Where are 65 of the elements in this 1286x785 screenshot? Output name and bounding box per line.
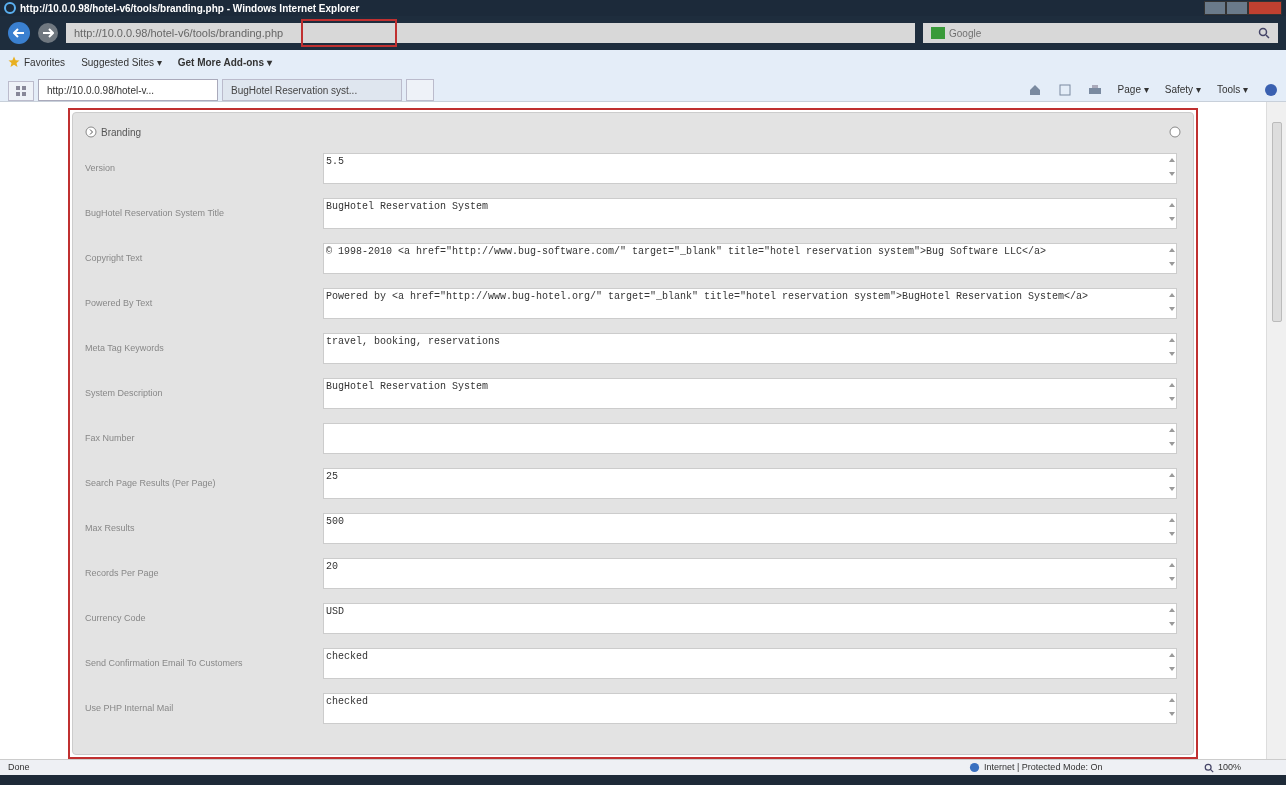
vertical-scrollbar[interactable]	[1266, 102, 1286, 759]
close-button[interactable]	[1248, 1, 1282, 15]
back-button[interactable]	[8, 22, 30, 44]
grid-icon	[16, 86, 26, 96]
text-area-field[interactable]: Powered by <a href="http://www.bug-hotel.org/" target="_blank" title="hotel reservation system">BugHotel Reservation System</a>	[323, 288, 1177, 319]
favorites-button[interactable]: Favorites	[24, 54, 66, 70]
text-area-field[interactable]: BugHotel Reservation System	[323, 378, 1177, 409]
field-label: System Description	[85, 386, 164, 400]
security-zone: Internet | Protected Mode: On	[984, 760, 1104, 774]
quick-tabs-button[interactable]	[8, 81, 34, 101]
text-area-field[interactable]: checked	[323, 693, 1177, 724]
status-text: Done	[8, 760, 30, 774]
globe-icon	[969, 762, 980, 773]
search-icon[interactable]	[1258, 27, 1270, 39]
left-arrow-icon	[13, 28, 25, 38]
search-input[interactable]: Google	[949, 25, 1254, 41]
star-icon[interactable]	[8, 56, 20, 68]
field-label: Use PHP Internal Mail	[85, 701, 175, 715]
command-bar-menu[interactable]: Safety ▾	[1164, 82, 1201, 97]
browser-tab[interactable]: BugHotel Reservation syst...	[222, 79, 402, 101]
window-title: http://10.0.0.98/hotel-v6/tools/branding.php - Windows Internet Explorer	[20, 1, 360, 16]
favorites-bar-link[interactable]: Suggested Sites ▾	[81, 54, 162, 70]
field-label: BugHotel Reservation System Title	[85, 206, 226, 220]
text-area-field[interactable]: 25	[323, 468, 1177, 499]
text-area-field[interactable]: 500	[323, 513, 1177, 544]
field-label: Copyright Text	[85, 251, 144, 265]
browser-logo-icon	[4, 2, 16, 14]
text-area-field[interactable]: BugHotel Reservation System	[323, 198, 1177, 229]
panel-title: Branding	[101, 125, 142, 140]
field-label: Send Confirmation Email To Customers	[85, 656, 244, 670]
address-url: http://10.0.0.98/hotel-v6/tools/branding.php	[74, 25, 284, 41]
field-label: Meta Tag Keywords	[85, 341, 165, 355]
field-label: Powered By Text	[85, 296, 154, 310]
command-bar-menu[interactable]: Page ▾	[1117, 82, 1149, 97]
favorites-bar-link[interactable]: Get More Add-ons ▾	[177, 54, 272, 70]
field-label: Version	[85, 161, 117, 175]
field-label: Currency Code	[85, 611, 147, 625]
minimize-button[interactable]	[1204, 1, 1226, 15]
print-icon[interactable]	[1087, 82, 1102, 97]
forward-button[interactable]	[38, 23, 58, 43]
browser-tab[interactable]: http://10.0.0.98/hotel-v...	[38, 79, 218, 101]
help-icon[interactable]	[1264, 82, 1278, 97]
field-label: Search Page Results (Per Page)	[85, 476, 217, 490]
field-label: Fax Number	[85, 431, 136, 445]
text-area-field[interactable]: © 1998-2010 <a href="http://www.bug-software.com/" target="_blank" title="hotel reservation system">Bug Software LLC</a>	[323, 243, 1177, 274]
field-label: Max Results	[85, 521, 136, 535]
text-area-field[interactable]: 5.5	[323, 153, 1177, 184]
search-field[interactable]: Google	[923, 23, 1278, 43]
new-tab-button[interactable]	[406, 79, 434, 101]
zoom-button[interactable]: 100%	[1218, 760, 1278, 775]
text-area-field[interactable]: checked	[323, 648, 1177, 679]
search-provider-icon	[931, 27, 945, 39]
maximize-button[interactable]	[1226, 1, 1248, 15]
text-area-field[interactable]: travel, booking, reservations	[323, 333, 1177, 364]
scrollbar-thumb[interactable]	[1271, 122, 1282, 322]
expand-icon[interactable]	[85, 126, 97, 138]
right-arrow-icon	[42, 28, 54, 38]
help-icon[interactable]	[1169, 126, 1181, 138]
field-label: Records Per Page	[85, 566, 160, 580]
magnifier-icon[interactable]	[1204, 762, 1214, 773]
home-icon[interactable]	[1027, 82, 1042, 97]
text-area-field[interactable]: USD	[323, 603, 1177, 634]
command-bar-menu[interactable]: Tools ▾	[1216, 82, 1248, 97]
feed-icon[interactable]	[1057, 82, 1072, 97]
text-area-field[interactable]: 20	[323, 558, 1177, 589]
